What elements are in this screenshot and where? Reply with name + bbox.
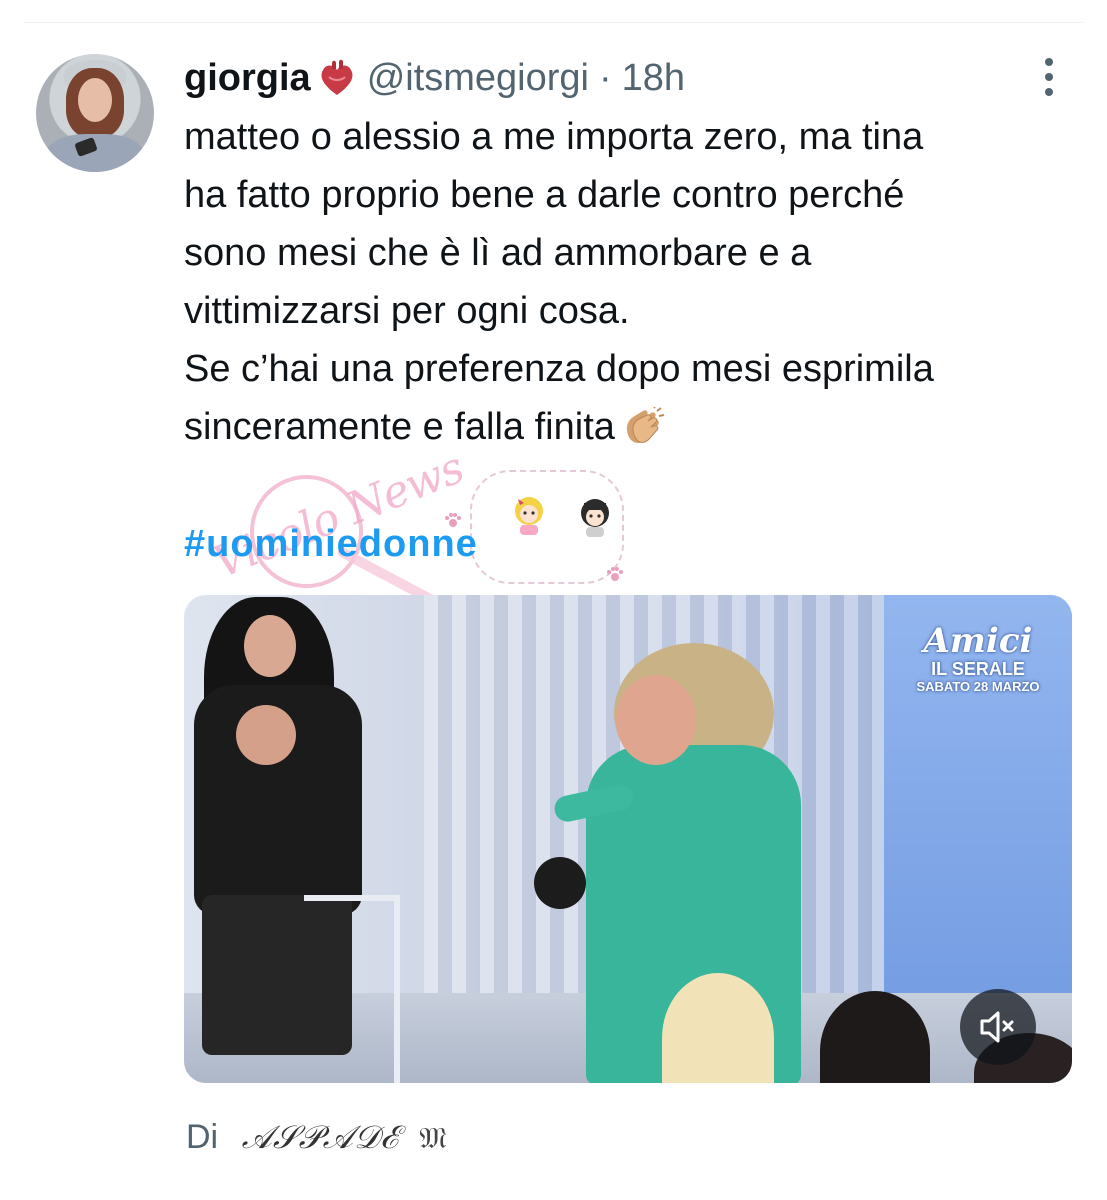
- woman-center-face: [616, 675, 696, 765]
- paw-icon: [607, 567, 623, 581]
- tweet-header: giorgia @itsmegiorgi · 18h: [184, 54, 685, 102]
- avatar-shirt: [46, 134, 144, 172]
- clapping-hands-icon: [626, 407, 665, 443]
- woman-left-face: [244, 615, 296, 677]
- tweet-text-line: matteo o alessio a me importa zero, ma t…: [184, 116, 924, 158]
- cartoon-girl-blonde-icon: [515, 497, 543, 535]
- woman-left-hands: [236, 705, 296, 765]
- user-handle[interactable]: @itsmegiorgi: [367, 57, 589, 100]
- tweet-text-line: sono mesi che è lì ad ammorbare e a: [184, 232, 812, 274]
- tweet-text-line-last: sinceramente e falla finita: [184, 398, 1084, 456]
- separator-dot: ·: [599, 56, 612, 99]
- timestamp[interactable]: 18h: [622, 57, 685, 100]
- video-player[interactable]: Amici IL SERALE SABATO 28 MARZO: [184, 595, 1072, 1083]
- heart-anatomical-icon: [321, 59, 353, 95]
- attribution: Di 𝒜𝒮𝒫𝒜𝒟ℰ 𝔐: [186, 1118, 447, 1157]
- tweet-text-line: Se c’hai una preferenza dopo mesi esprim…: [184, 348, 934, 390]
- cartoon-girl-dark-icon: [581, 499, 609, 537]
- show-title: IL SERALE: [931, 659, 1025, 679]
- show-logo: Amici: [923, 621, 1033, 661]
- top-divider: [24, 22, 1083, 23]
- tweet-text-fragment: sinceramente e falla finita: [184, 406, 615, 448]
- attribution-suffix: 𝔐: [419, 1121, 447, 1156]
- tweet-text: matteo o alessio a me importa zero, ma t…: [184, 108, 1084, 456]
- speaker-muted-icon: [980, 1011, 1014, 1043]
- show-date: SABATO 28 MARZO: [916, 679, 1040, 694]
- hashtag-link[interactable]: #uominiedonne: [184, 523, 478, 566]
- attribution-author[interactable]: 𝒜𝒮𝒫𝒜𝒟ℰ: [242, 1118, 400, 1156]
- more-options-icon[interactable]: [1038, 58, 1060, 100]
- attribution-prefix: Di: [186, 1118, 219, 1156]
- display-name[interactable]: giorgia: [184, 57, 311, 100]
- avatar[interactable]: [36, 54, 154, 172]
- tweet-text-line: vittimizzarsi per ogni cosa.: [184, 290, 630, 332]
- woman-center-bag: [534, 857, 586, 909]
- avatar-face: [78, 78, 112, 122]
- unmute-button[interactable]: [960, 989, 1036, 1065]
- tweet-text-line: ha fatto proprio bene a darle contro per…: [184, 174, 905, 216]
- tv-show-overlay: Amici IL SERALE SABATO 28 MARZO: [898, 623, 1058, 695]
- studio-chair: [304, 895, 400, 1083]
